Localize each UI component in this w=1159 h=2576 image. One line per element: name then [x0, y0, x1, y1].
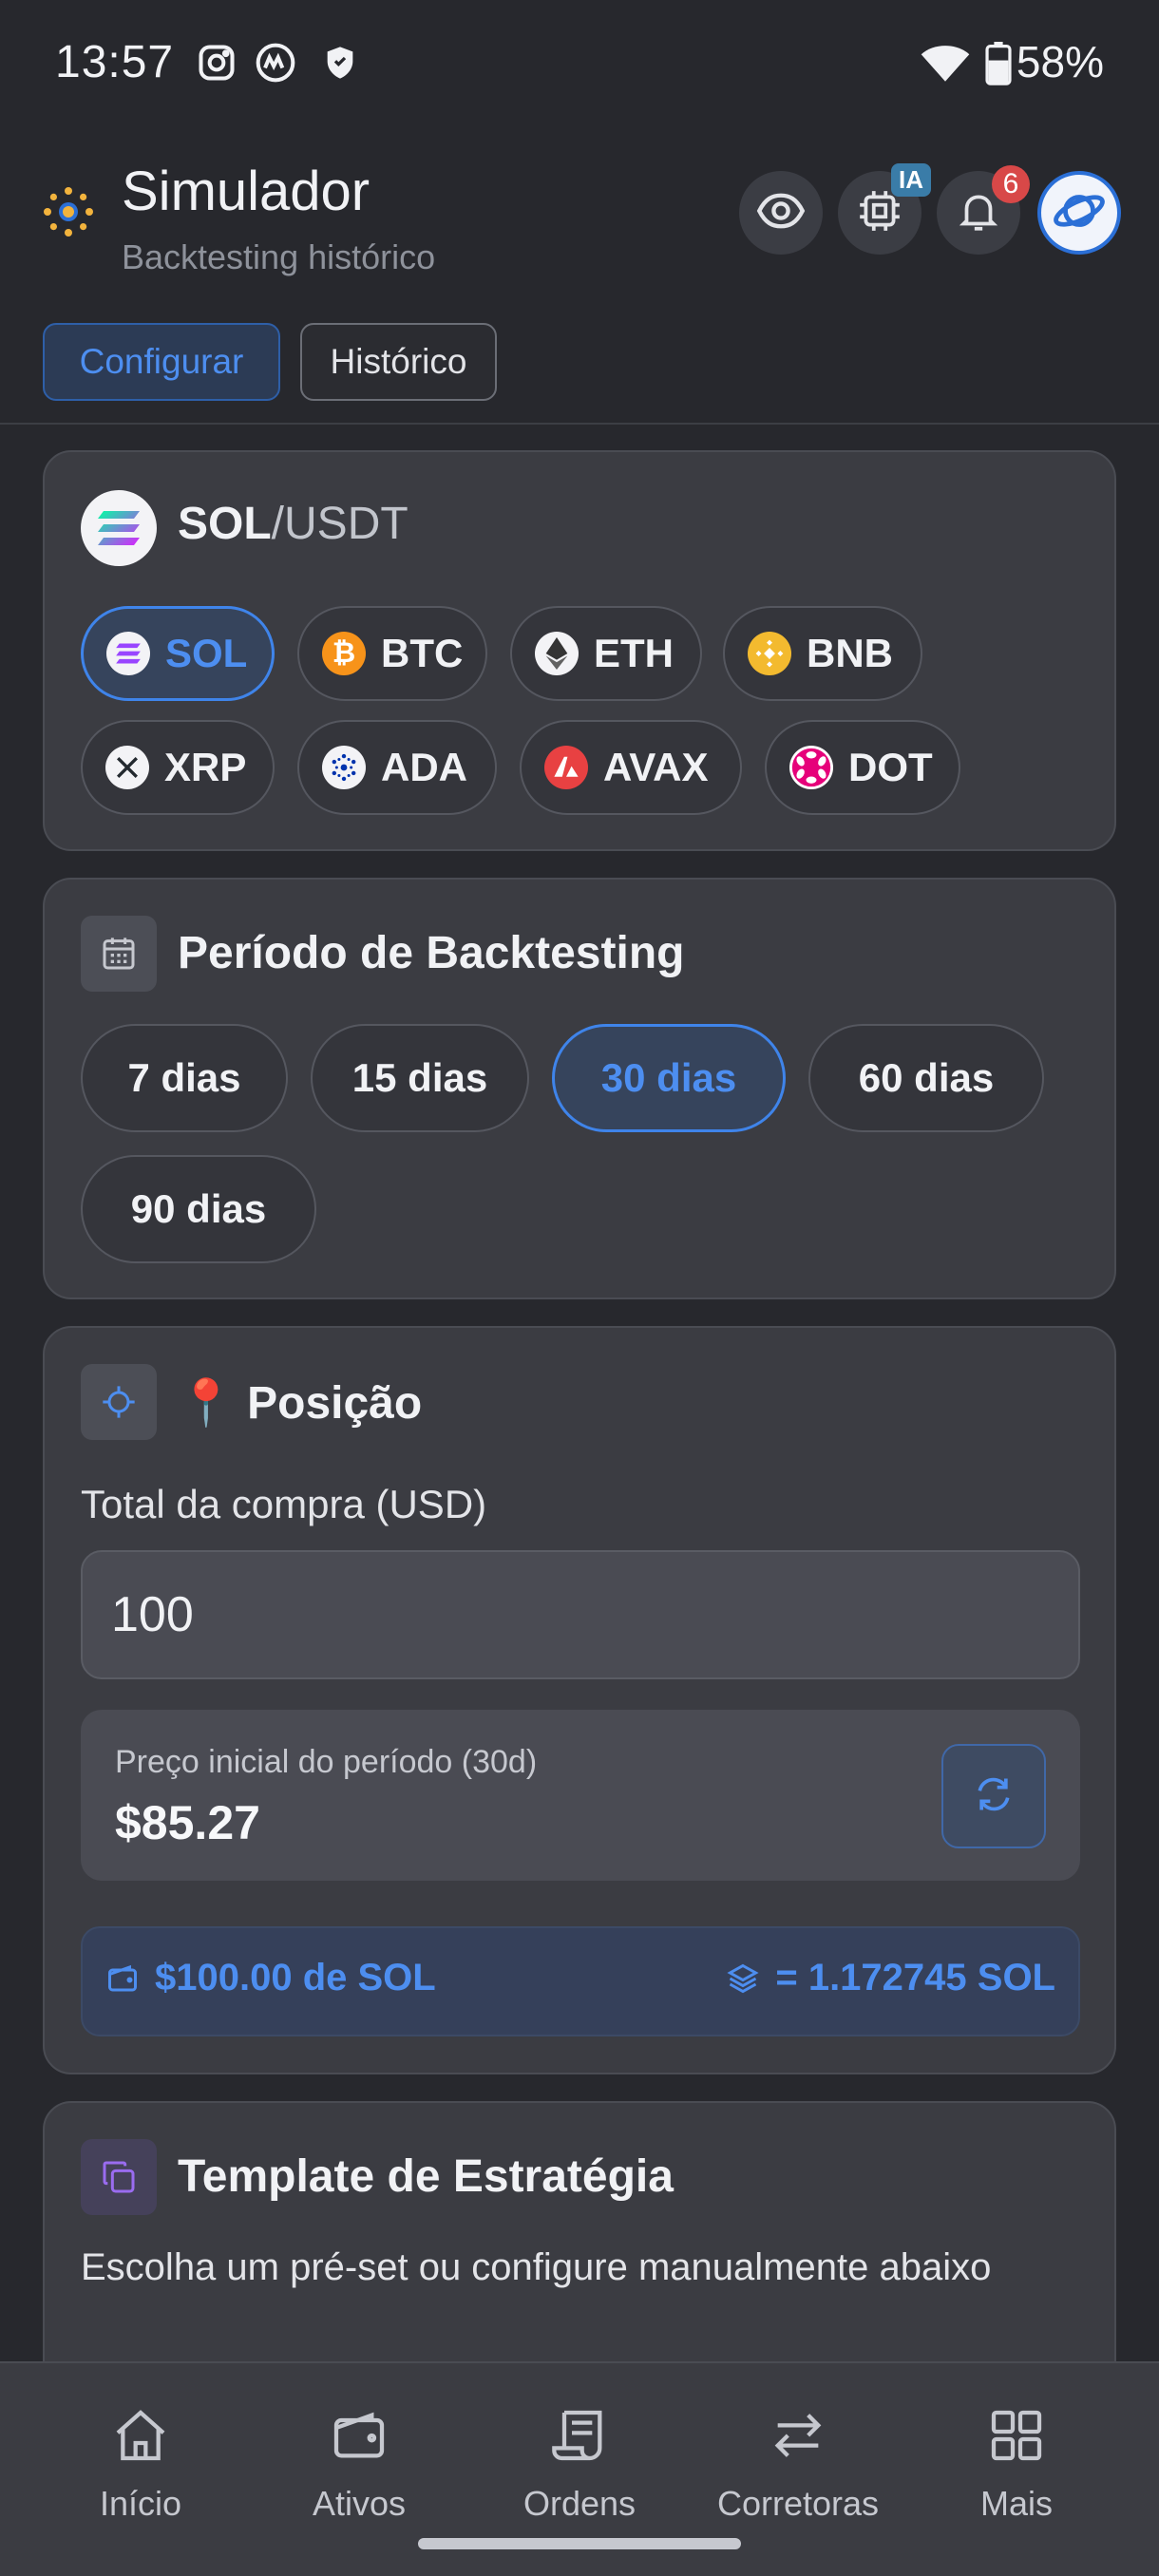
eth-icon	[535, 632, 579, 675]
coin-chip-label: XRP	[164, 745, 247, 789]
nav-label: Mais	[979, 2484, 1053, 2523]
nav-item-mais[interactable]: Mais	[922, 2405, 1112, 2524]
wallet-icon	[329, 2405, 390, 2471]
period-option-15[interactable]: 15 dias	[311, 1024, 529, 1132]
coin-chip-eth[interactable]: ETH	[510, 606, 702, 701]
header-divider	[0, 423, 1159, 425]
avax-icon	[544, 746, 588, 789]
nav-label: Corretoras	[716, 2484, 880, 2523]
total-label: Total da compra (USD)	[81, 1482, 487, 1526]
coin-chip-label: ETH	[594, 631, 674, 675]
home-indicator[interactable]	[418, 2538, 741, 2549]
nav-label: Ordens	[522, 2484, 636, 2523]
crosshair-icon	[81, 1364, 157, 1440]
coin-chip-label: AVAX	[603, 745, 709, 789]
initial-price-label: Preço inicial do período (30d)	[115, 1744, 538, 1780]
coin-chip-ada[interactable]: ADA	[297, 720, 497, 815]
summary-amount: $100.00 de SOL	[105, 1957, 436, 1999]
period-option-7[interactable]: 7 dias	[81, 1024, 288, 1132]
coin-chip-dot[interactable]: DOT	[765, 720, 960, 815]
swap-icon	[768, 2405, 828, 2471]
planet-icon	[1052, 183, 1107, 243]
pair-title: SOL/USDT	[178, 498, 408, 550]
notification-count-badge: 6	[992, 165, 1030, 203]
period-option-60[interactable]: 60 dias	[808, 1024, 1044, 1132]
copy-icon	[81, 2139, 157, 2215]
summary-quantity-text: = 1.172745 SOL	[775, 1957, 1055, 1998]
coin-chip-bnb[interactable]: BNB	[723, 606, 922, 701]
status-bar: 13:57 58%	[0, 0, 1159, 128]
pair-base: SOL	[178, 499, 272, 549]
wifi-icon	[920, 42, 971, 84]
coin-chip-sol[interactable]: SOL	[81, 606, 275, 701]
summary-quantity: = 1.172745 SOL	[726, 1957, 1055, 1999]
position-card: 📍 Posição Total da compra (USD) 100 Preç…	[43, 1326, 1116, 2074]
period-card: Período de Backtesting 7 dias 15 dias 30…	[43, 878, 1116, 1299]
position-summary: $100.00 de SOL = 1.172745 SOL	[81, 1926, 1080, 2036]
tab-historico[interactable]: Histórico	[300, 323, 497, 401]
sol-icon	[106, 632, 150, 675]
status-time: 13:57	[55, 37, 175, 87]
coin-chip-xrp[interactable]: XRP	[81, 720, 275, 815]
instagram-icon	[196, 42, 238, 84]
calendar-icon	[81, 916, 157, 992]
template-description: Escolha um pré-set ou configure manualme…	[81, 2246, 992, 2288]
xrp-icon	[105, 746, 149, 789]
nav-item-ativos[interactable]: Ativos	[264, 2405, 454, 2524]
nav-label: Início	[99, 2484, 182, 2523]
template-title: Template de Estratégia	[178, 2151, 674, 2202]
battery-icon	[984, 42, 1013, 85]
sol-logo-icon	[81, 490, 157, 566]
tab-configurar[interactable]: Configurar	[43, 323, 280, 401]
period-option-30[interactable]: 30 dias	[552, 1024, 786, 1132]
coin-chip-label: ADA	[381, 745, 467, 789]
total-purchase-input[interactable]: 100	[81, 1550, 1080, 1679]
period-option-90[interactable]: 90 dias	[81, 1155, 316, 1263]
nav-item-ordens[interactable]: Ordens	[484, 2405, 674, 2524]
refresh-price-button[interactable]	[941, 1744, 1046, 1848]
pair-card: SOL/USDT SOL ₿ BTC ETH BNB XRP ADA AVAX …	[43, 450, 1116, 851]
battery-percent: 58%	[1016, 37, 1104, 86]
dot-icon	[789, 746, 833, 789]
eye-icon	[756, 186, 806, 240]
btc-icon: ₿	[322, 632, 366, 675]
nav-item-corretoras[interactable]: Corretoras	[703, 2405, 893, 2524]
coin-chip-label: BNB	[807, 631, 893, 675]
coin-chip-btc[interactable]: ₿ BTC	[297, 606, 487, 701]
page-subtitle: Backtesting histórico	[122, 237, 436, 276]
coin-chip-avax[interactable]: AVAX	[520, 720, 742, 815]
bnb-icon	[748, 632, 791, 675]
visibility-button[interactable]	[739, 171, 823, 255]
pair-quote: /USDT	[271, 499, 408, 549]
nav-item-inicio[interactable]: Início	[46, 2405, 236, 2524]
avatar[interactable]	[1037, 171, 1121, 255]
app-logo-icon	[42, 185, 95, 238]
grid-icon	[986, 2405, 1047, 2471]
home-icon	[110, 2405, 171, 2471]
app-header: Simulador Backtesting histórico IA 6	[0, 142, 1159, 285]
ada-icon	[322, 746, 366, 789]
coin-chip-label: DOT	[848, 745, 933, 789]
shield-icon	[321, 42, 363, 84]
period-title: Período de Backtesting	[178, 928, 685, 978]
nav-label: Ativos	[312, 2484, 407, 2523]
coinmarketcap-icon	[255, 42, 296, 84]
receipt-icon	[549, 2405, 610, 2471]
coin-chip-label: BTC	[381, 631, 464, 675]
summary-amount-text: $100.00 de SOL	[155, 1957, 436, 1998]
initial-price-box: Preço inicial do período (30d) $85.27	[81, 1710, 1080, 1881]
page-title: Simulador	[122, 161, 370, 222]
layers-icon	[726, 1961, 760, 1996]
coin-chip-label: SOL	[165, 631, 248, 675]
refresh-icon	[973, 1773, 1015, 1820]
ai-badge: IA	[891, 163, 931, 197]
initial-price-value: $85.27	[115, 1796, 260, 1849]
position-title: 📍 Posição	[178, 1378, 423, 1429]
wallet-icon	[105, 1961, 140, 1996]
